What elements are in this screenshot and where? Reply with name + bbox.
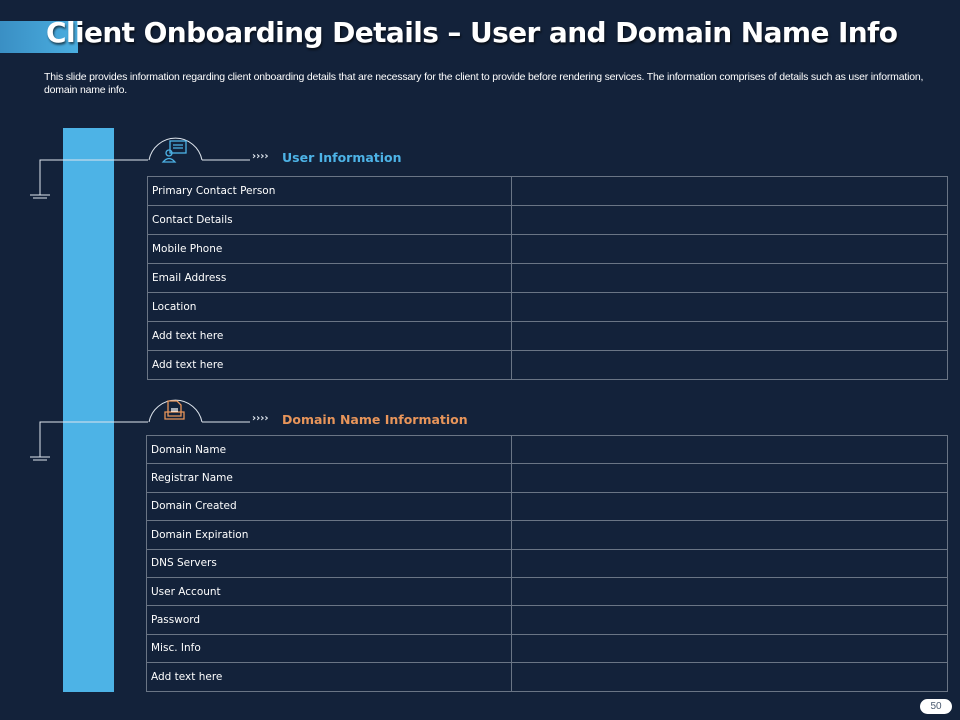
- row-label: Primary Contact Person: [147, 176, 512, 206]
- row-label: Mobile Phone: [147, 234, 512, 264]
- row-label: Domain Created: [146, 491, 512, 522]
- row-label: Add text here: [147, 350, 512, 380]
- row-label: Contact Details: [147, 205, 512, 235]
- row-value-cell[interactable]: [511, 662, 948, 692]
- row-value-cell[interactable]: [511, 576, 948, 607]
- domain-section-title: Domain Name Information: [282, 412, 468, 427]
- page-number: 50: [920, 699, 952, 714]
- row-value-cell[interactable]: [511, 176, 948, 206]
- table-row: Registrar Name: [146, 463, 948, 493]
- row-label: Misc. Info: [146, 633, 512, 664]
- table-row: Add text here: [147, 321, 948, 351]
- row-label: Domain Name: [146, 434, 512, 465]
- row-value-cell[interactable]: [511, 321, 948, 351]
- table-row: Email Address: [147, 263, 948, 293]
- row-label: DNS Servers: [146, 548, 512, 578]
- table-row: Domain Name: [146, 434, 948, 465]
- arrow-marks: ››››: [252, 151, 269, 162]
- row-value-cell[interactable]: [511, 205, 948, 235]
- row-value-cell[interactable]: [511, 520, 948, 550]
- row-label: Add text here: [147, 321, 512, 351]
- user-info-table: Primary Contact Person Contact Details Mob…: [147, 176, 948, 380]
- table-row: Add text here: [146, 662, 948, 692]
- table-row: User Account: [146, 576, 948, 607]
- row-label: Add text here: [146, 662, 512, 692]
- row-value-cell[interactable]: [511, 491, 948, 522]
- row-label: Password: [146, 605, 512, 635]
- table-row: Mobile Phone: [147, 234, 948, 264]
- row-value-cell[interactable]: [511, 463, 948, 493]
- table-row: Location: [147, 292, 948, 322]
- user-section-title: User Information: [282, 150, 402, 165]
- table-row: DNS Servers: [146, 548, 948, 578]
- row-value-cell[interactable]: [511, 548, 948, 578]
- table-row: Domain Created: [146, 491, 948, 522]
- row-label: User Account: [146, 576, 512, 607]
- table-row: Contact Details: [147, 205, 948, 235]
- row-label: Domain Expiration: [146, 520, 512, 550]
- row-value-cell[interactable]: [511, 633, 948, 664]
- row-value-cell[interactable]: [511, 292, 948, 322]
- row-value-cell[interactable]: [511, 605, 948, 635]
- row-label: Email Address: [147, 263, 512, 293]
- document-icon: [164, 400, 185, 420]
- table-row: Password: [146, 605, 948, 635]
- row-value-cell[interactable]: [511, 434, 948, 465]
- row-value-cell[interactable]: [511, 263, 948, 293]
- row-value-cell[interactable]: [511, 234, 948, 264]
- table-row: Misc. Info: [146, 633, 948, 664]
- arrow-marks: ››››: [252, 413, 269, 424]
- table-row: Primary Contact Person: [147, 176, 948, 206]
- table-row: Domain Expiration: [146, 520, 948, 550]
- user-message-icon: [161, 140, 187, 163]
- row-value-cell[interactable]: [511, 350, 948, 380]
- table-row: Add text here: [147, 350, 948, 380]
- row-label: Registrar Name: [146, 463, 512, 493]
- row-label: Location: [147, 292, 512, 322]
- domain-info-table: Domain Name Registrar Name Domain Created D…: [146, 434, 948, 692]
